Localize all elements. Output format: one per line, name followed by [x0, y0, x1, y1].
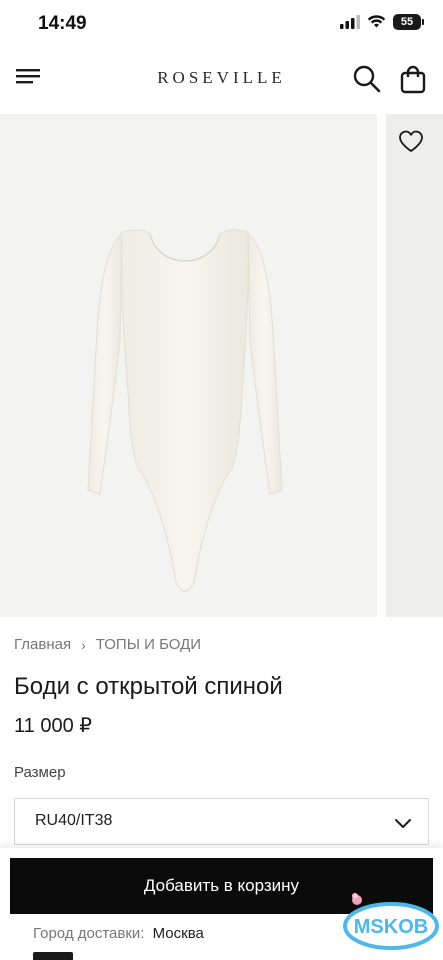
shopping-bag-icon: [400, 65, 426, 94]
battery-icon: 55: [393, 14, 424, 30]
favorite-button[interactable]: [398, 130, 426, 158]
product-image-slide[interactable]: [0, 114, 377, 617]
heart-icon: [399, 130, 423, 152]
svg-text:MSKOB: MSKOB: [354, 916, 428, 938]
delivery-city[interactable]: Город доставки: Москва: [33, 925, 204, 942]
size-selected-value: RU40/IT38: [35, 812, 113, 829]
partial-text-line: [33, 952, 73, 960]
search-button[interactable]: [352, 64, 384, 96]
cellular-signal-icon: [340, 15, 360, 29]
watermark-logo: MSKOB: [343, 893, 439, 950]
product-gallery[interactable]: [0, 114, 443, 617]
breadcrumb-home[interactable]: Главная: [14, 636, 71, 653]
breadcrumb-category[interactable]: ТОПЫ И БОДИ: [96, 636, 201, 653]
site-header: ROSEVILLE: [0, 48, 443, 114]
cart-button[interactable]: [398, 64, 430, 96]
next-image-preview[interactable]: [386, 114, 443, 617]
status-bar: 14:49 55: [0, 0, 443, 48]
breadcrumb-separator: ›: [81, 636, 86, 653]
size-label: Размер: [14, 764, 66, 781]
delivery-label: Город доставки:: [33, 925, 145, 942]
status-time: 14:49: [38, 13, 87, 34]
battery-level: 55: [400, 16, 414, 28]
product-price: 11 000 ₽: [14, 715, 92, 737]
logo-text: ROSEVILLE: [157, 68, 286, 87]
delivery-city-value[interactable]: Москва: [153, 925, 204, 942]
chevron-down-icon: [395, 819, 411, 828]
product-image: [87, 229, 283, 592]
product-title: Боди с открытой спиной: [14, 673, 283, 700]
size-select[interactable]: RU40/IT38: [14, 798, 429, 845]
breadcrumb: Главная › ТОПЫ И БОДИ: [14, 636, 201, 653]
search-icon: [353, 65, 381, 93]
status-icons: 55: [340, 14, 424, 30]
wifi-icon: [367, 15, 386, 28]
